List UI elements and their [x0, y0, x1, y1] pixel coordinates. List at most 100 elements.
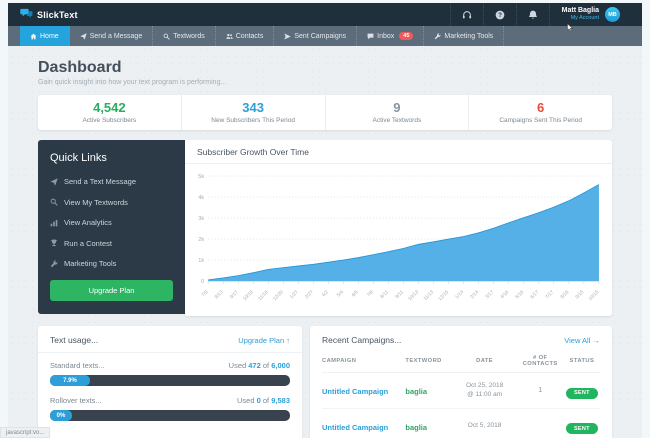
user-name: Matt Baglia [562, 7, 599, 16]
svg-text:4k: 4k [198, 195, 204, 201]
svg-text:8/11: 8/11 [379, 289, 390, 300]
stat-campaigns-sent-this-period[interactable]: 6Campaigns Sent This Period [469, 95, 612, 130]
svg-text:7/17: 7/17 [544, 289, 555, 300]
status-badge: SENT [566, 388, 598, 399]
stat-value: 4,542 [38, 100, 181, 115]
quick-link-run-a-contest[interactable]: Run a Contest [50, 239, 173, 248]
svg-text:1k: 1k [198, 258, 204, 264]
svg-text:1/14: 1/14 [454, 289, 465, 300]
page-subtitle: Gain quick insight into how your text pr… [38, 79, 612, 86]
svg-text:4/2: 4/2 [321, 289, 330, 298]
campaign-date: Oct 5, 2018 [453, 408, 517, 438]
svg-text:7/8: 7/8 [366, 289, 375, 298]
svg-text:8/16: 8/16 [559, 289, 570, 300]
recent-campaigns-card: Recent Campaigns... View All → CAMPAIGNT… [310, 326, 612, 438]
inbox-count-badge: 45 [399, 32, 413, 40]
nav-item-sent-campaigns[interactable]: Sent Campaigns [274, 26, 357, 46]
stat-active-textwords[interactable]: 9 Active Textwords [326, 95, 470, 130]
svg-text:11/16: 11/16 [257, 289, 270, 302]
bell-icon-button[interactable] [516, 3, 549, 26]
nav-item-label: Sent Campaigns [294, 33, 346, 40]
campaign-name-link[interactable]: Untitled Campaign [322, 423, 388, 432]
view-all-link[interactable]: View All → [564, 336, 600, 345]
quick-link-label: Marketing Tools [64, 259, 116, 268]
svg-text:3/17: 3/17 [484, 289, 495, 300]
usage-progress-bar: 7.9% [50, 375, 290, 386]
slicktext-logo[interactable]: SlickText [20, 6, 78, 24]
top-bar: SlickText ? Matt Baglia My Account MB [8, 3, 642, 26]
svg-text:5/16: 5/16 [514, 289, 525, 300]
support-icon-button[interactable] [450, 3, 483, 26]
campaign-contacts [517, 408, 564, 438]
stats-row: 4,542Active Subscribers343 New Subscriber… [38, 95, 612, 130]
nav-item-label: Textwords [173, 33, 205, 40]
column-header-textword: TEXTWORD [405, 351, 452, 373]
wrench-icon [50, 260, 58, 268]
usage-upgrade-plan-link[interactable]: Upgrade Plan ↑ [238, 336, 290, 345]
column-header-status: STATUS [564, 351, 600, 373]
bar-chart-icon [50, 219, 58, 227]
svg-text:2/14: 2/14 [469, 289, 480, 300]
column-header-date: DATE [453, 351, 517, 373]
campaign-textword: baglia [405, 423, 427, 432]
column-header-campaign: CAMPAIGN [322, 351, 405, 373]
nav-item-textwords[interactable]: Textwords [153, 26, 216, 46]
quick-link-send-a-text-message[interactable]: Send a Text Message [50, 177, 173, 186]
stat-value: 343 [182, 100, 325, 115]
campaign-row: Untitled CampaignbagliaOct 5, 2018SENT [322, 408, 600, 438]
quick-link-view-analytics[interactable]: View Analytics [50, 218, 173, 227]
help-icon-button[interactable]: ? [483, 3, 516, 26]
subscriber-growth-card: Subscriber Growth Over Time 01k2k3k4k5k7… [185, 140, 612, 316]
svg-text:9/15: 9/15 [574, 289, 585, 300]
campaign-contacts: 1 [517, 373, 564, 408]
usage-progress-bar: 0% [50, 410, 290, 421]
quick-link-label: View My Textwords [64, 198, 128, 207]
nav-item-label: Home [40, 33, 59, 40]
upgrade-plan-button[interactable]: Upgrade Plan [50, 280, 173, 301]
usage-amount: Used 0 of 9,583 [237, 396, 290, 405]
svg-text:5k: 5k [198, 174, 204, 180]
wrench-icon [434, 33, 441, 40]
svg-text:9/11: 9/11 [394, 289, 405, 300]
svg-text:11/13: 11/13 [423, 289, 436, 302]
usage-bars: Standard texts...Used 472 of 6,0007.9%Ro… [50, 361, 290, 421]
svg-text:9/17: 9/17 [229, 289, 240, 300]
nav-item-send-a-message[interactable]: Send a Message [70, 26, 154, 46]
nav-item-label: Contacts [236, 33, 264, 40]
svg-text:?: ? [498, 12, 502, 19]
nav-item-contacts[interactable]: Contacts [216, 26, 275, 46]
text-usage-card: Text usage... Upgrade Plan ↑ Standard te… [38, 326, 302, 438]
svg-text:8/13: 8/13 [214, 289, 225, 300]
svg-text:10/18: 10/18 [242, 289, 255, 302]
stat-value: 9 [326, 100, 469, 115]
usage-progress-fill: 7.9% [50, 375, 90, 386]
mouse-cursor [566, 19, 575, 28]
quick-link-marketing-tools[interactable]: Marketing Tools [50, 259, 173, 268]
campaign-name-link[interactable]: Untitled Campaign [322, 387, 388, 396]
stat-label: Active Textwords [326, 117, 469, 124]
help-icon: ? [495, 10, 505, 20]
quick-link-label: Run a Contest [64, 239, 112, 248]
svg-text:2/27: 2/27 [304, 289, 315, 300]
quick-links-list: Send a Text Message View My Textwords View… [50, 177, 173, 268]
nav-item-home[interactable]: Home [20, 26, 70, 46]
stat-new-subscribers-this-period[interactable]: 343 New Subscribers This Period [182, 95, 326, 130]
nav-item-marketing-tools[interactable]: Marketing Tools [424, 26, 504, 46]
arrow-right-icon: → [593, 336, 601, 345]
quick-link-view-my-textwords[interactable]: View My Textwords [50, 198, 173, 207]
svg-text:6/17: 6/17 [529, 289, 540, 300]
chat-icon [367, 33, 374, 40]
user-menu[interactable]: Matt Baglia My Account MB [549, 3, 630, 26]
usage-progress-fill: 0% [50, 410, 72, 421]
svg-text:7/8: 7/8 [201, 289, 210, 298]
usage-label: Standard texts... [50, 361, 105, 370]
trophy-icon [50, 239, 58, 247]
svg-text:5/4: 5/4 [336, 289, 345, 298]
svg-text:10/13: 10/13 [407, 289, 420, 302]
nav-item-inbox[interactable]: Inbox45 [357, 26, 424, 46]
avatar[interactable]: MB [605, 7, 620, 22]
browser-status-text: javascript:vo... [0, 427, 50, 438]
stat-active-subscribers[interactable]: 4,542Active Subscribers [38, 95, 182, 130]
stat-label: New Subscribers This Period [182, 117, 325, 124]
bell-icon [528, 10, 538, 20]
